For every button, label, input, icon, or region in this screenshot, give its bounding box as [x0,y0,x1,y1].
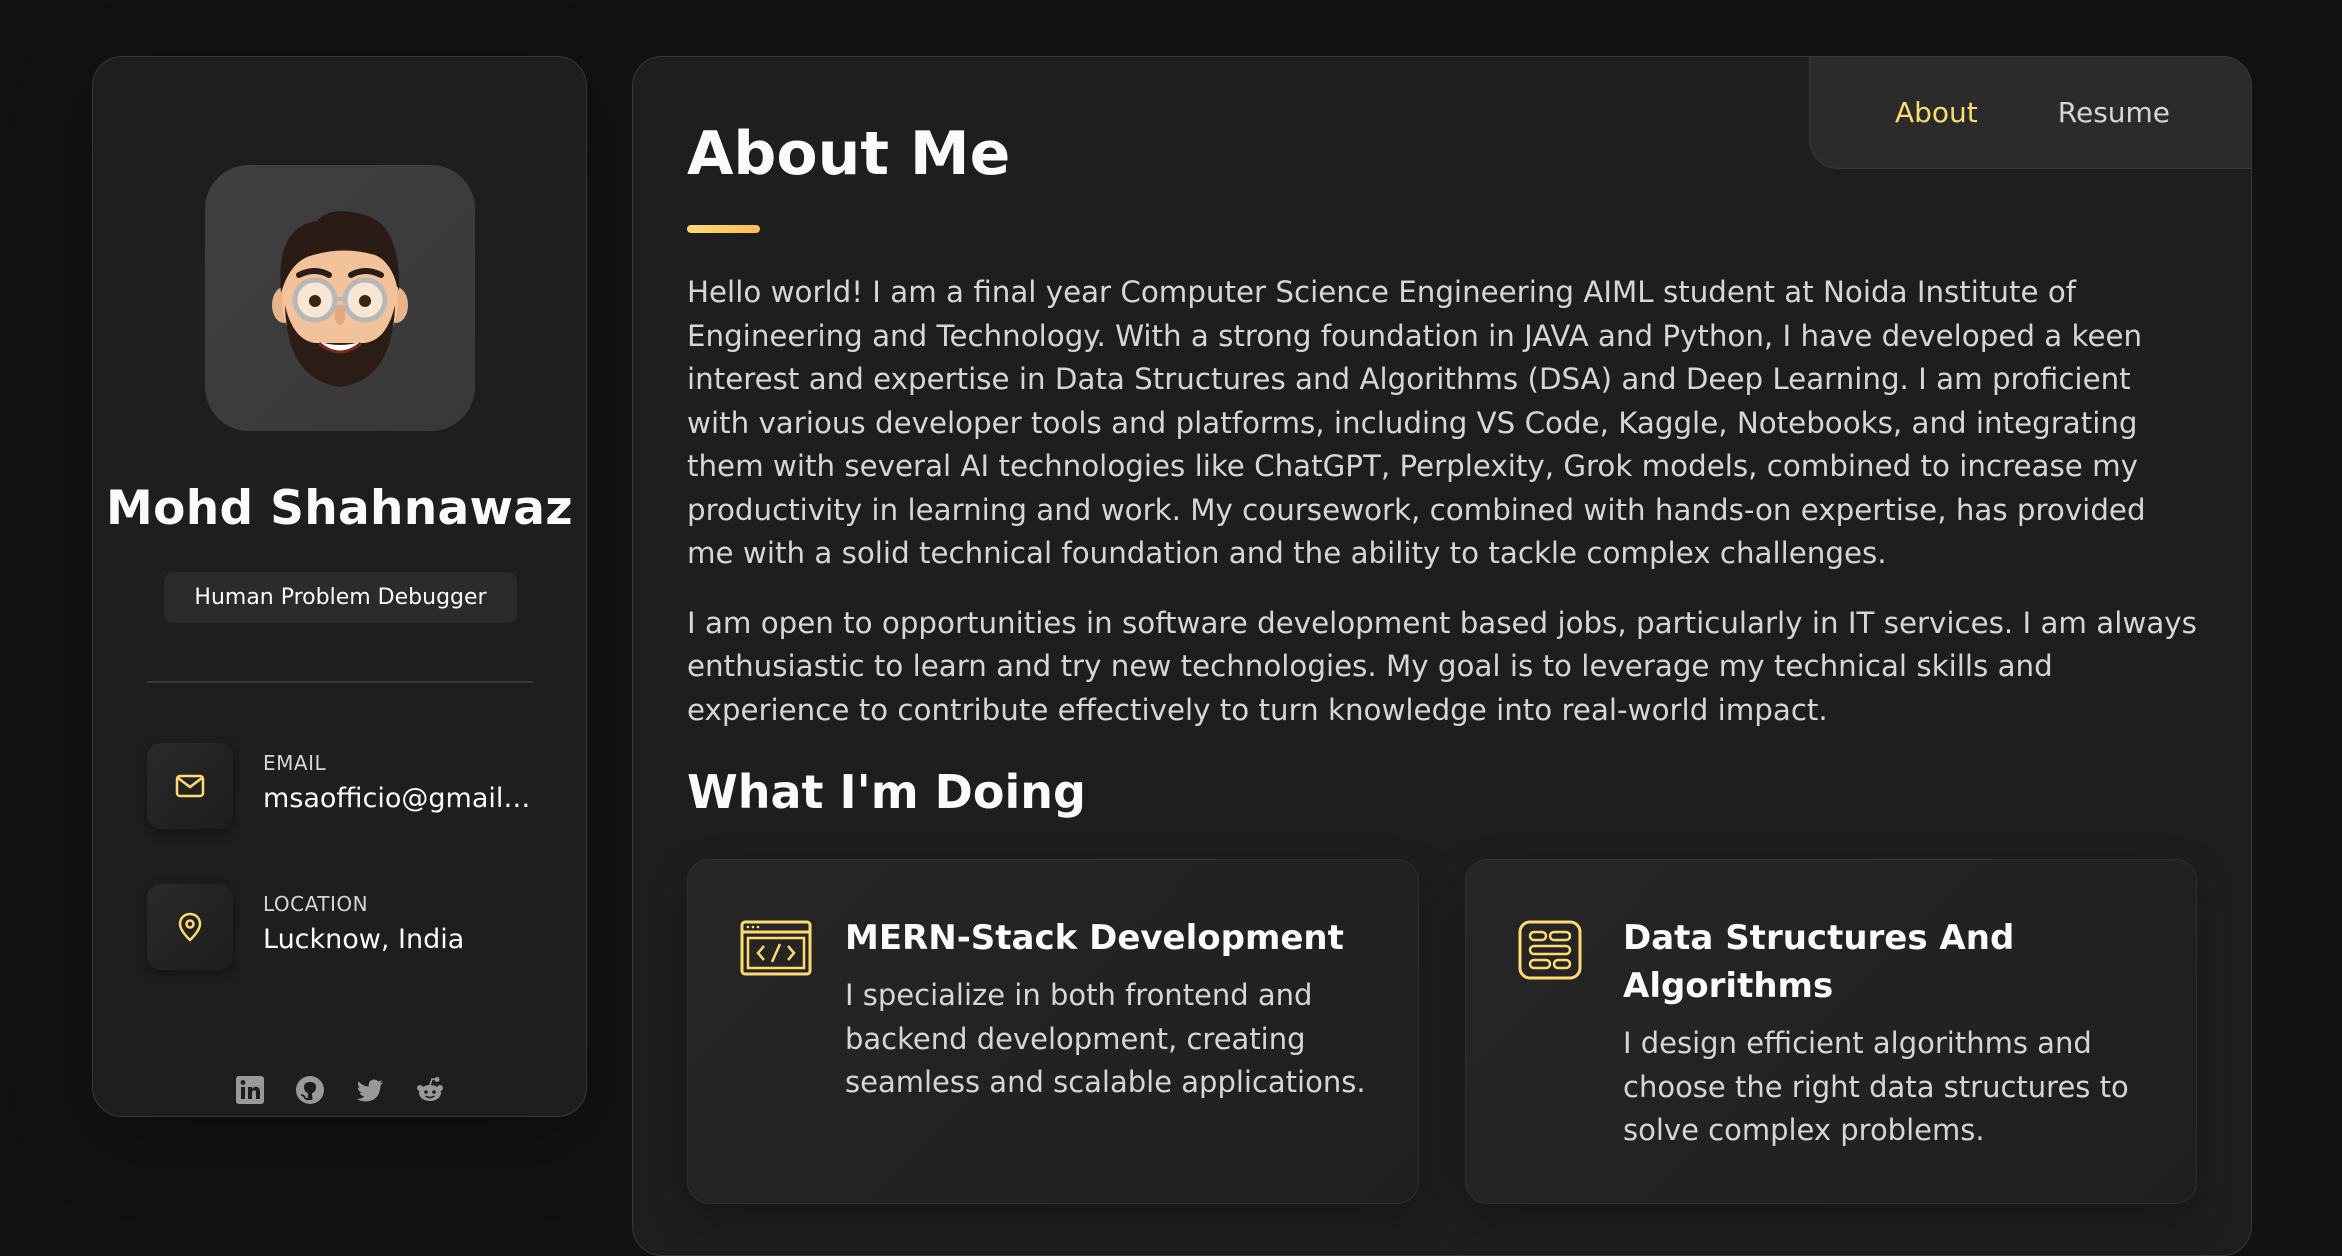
service-card-mern: MERN-Stack Development I specialize in b… [687,859,1419,1204]
mail-icon [147,743,233,829]
service-text: I specialize in both frontend and backen… [845,978,1366,1099]
service-card-dsa: Data Structures And Algorithms I design … [1465,859,2197,1204]
contact-label: EMAIL [263,751,327,775]
contact-email: EMAIL msaofficio@gmail.c… [147,743,547,831]
sidebar-separator [147,681,533,683]
sidebar: Mohd Shahnawaz Human Problem Debugger EM… [92,56,587,1117]
about-paragraph: I am open to opportunities in software d… [687,605,2197,727]
map-pin-icon [147,884,233,970]
page-title: About Me [687,119,1011,189]
twitter-icon[interactable] [355,1075,385,1105]
service-title: Data Structures And Algorithms [1623,918,2015,1006]
social-links [93,1075,586,1105]
contact-label: LOCATION [263,892,369,916]
code-window-icon [740,920,812,980]
data-structure-icon [1518,920,1582,984]
nav-link-resume[interactable]: Resume [2058,96,2170,129]
email-link[interactable]: msaofficio@gmail.c… [263,783,533,814]
reddit-icon[interactable] [415,1075,445,1105]
services-title: What I'm Doing [687,765,1086,819]
nav-link-about[interactable]: About [1895,96,1978,129]
location-value: Lucknow, India [263,924,465,955]
github-icon[interactable] [295,1075,325,1105]
avatar [205,165,475,431]
profile-name: Mohd Shahnawaz [106,481,573,536]
title-underline [687,225,760,233]
profile-title-badge: Human Problem Debugger [164,572,517,623]
service-text: I design efficient algorithms and choose… [1623,1026,2129,1147]
about-text: Hello world! I am a final year Computer … [687,271,2199,732]
about-paragraph: Hello world! I am a final year Computer … [687,275,2146,570]
service-title: MERN-Stack Development [845,918,1344,958]
memoji-avatar-icon [272,211,408,387]
contact-location: LOCATION Lucknow, India [147,884,547,972]
navbar: About Resume [1809,56,2252,169]
linkedin-icon[interactable] [235,1075,265,1105]
main-content: About Resume About Me Hello world! I am … [632,56,2252,1256]
